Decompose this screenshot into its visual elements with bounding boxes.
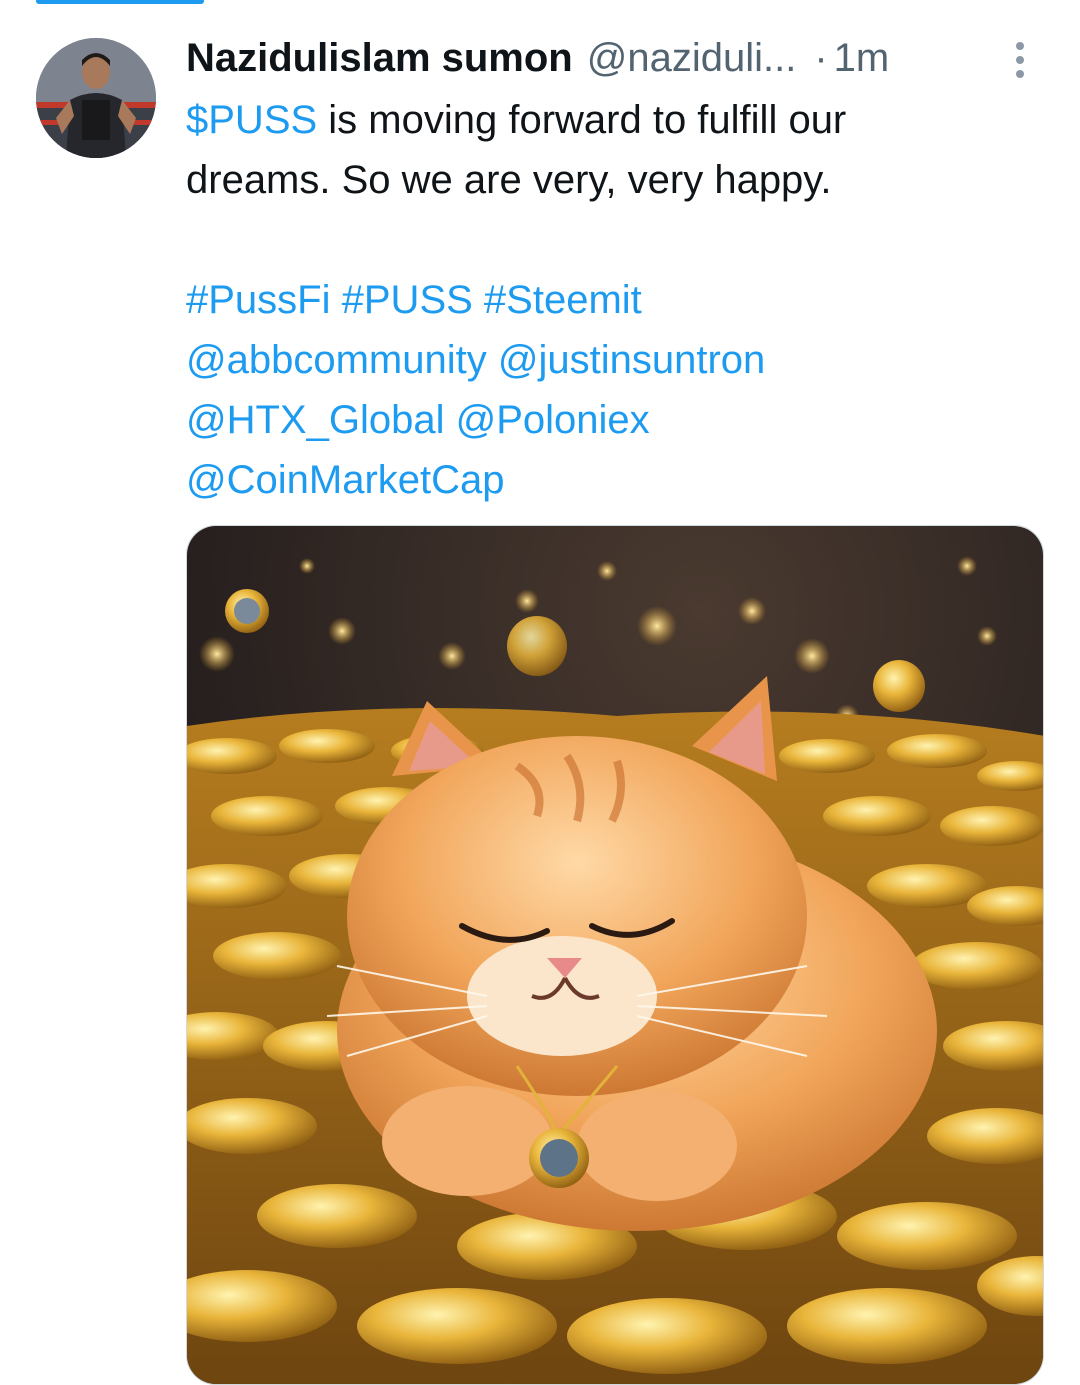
hashtag-link[interactable]: #Steemit	[484, 278, 642, 322]
mention-link[interactable]: @HTX_Global	[186, 398, 444, 442]
hashtag-link[interactable]: #PussFi	[186, 278, 331, 322]
author-display-name[interactable]: Nazidulislam sumon	[186, 30, 573, 86]
mention-line: @HTX_Global @Poloniex	[186, 390, 1006, 450]
mention-link[interactable]: @justinsuntron	[498, 338, 765, 382]
time-separator: ·	[814, 36, 828, 80]
hashtag-link[interactable]: #PUSS	[342, 278, 473, 322]
mention-link[interactable]: @CoinMarketCap	[186, 458, 505, 502]
tweet-header: Nazidulislam sumon @naziduli... · 1m	[186, 30, 986, 86]
mention-line: @CoinMarketCap	[186, 450, 1006, 510]
tweet-timestamp[interactable]: 1m	[834, 30, 890, 86]
more-dot-icon	[1016, 56, 1024, 64]
tweet-line: dreams. So we are very, very happy.	[186, 158, 832, 202]
mention-link[interactable]: @abbcommunity	[186, 338, 487, 382]
paragraph-break	[186, 210, 1006, 270]
cashtag-link[interactable]: $PUSS	[186, 98, 317, 142]
tweet-text-segment: is moving forward to fulfill our	[317, 98, 847, 142]
more-dot-icon	[1016, 70, 1024, 78]
more-dot-icon	[1016, 42, 1024, 50]
tweet-text: $PUSS is moving forward to fulfill our d…	[186, 90, 1006, 510]
hashtag-line: #PussFi #PUSS #Steemit	[186, 270, 1006, 330]
mention-line: @abbcommunity @justinsuntron	[186, 330, 1006, 390]
cat-on-gold-coins-image	[187, 526, 1043, 1384]
avatar[interactable]	[36, 38, 156, 158]
tweet-line: $PUSS is moving forward to fulfill our	[186, 90, 1006, 150]
more-options-icon[interactable]	[1000, 36, 1040, 84]
mention-link[interactable]: @Poloniex	[456, 398, 650, 442]
author-handle[interactable]: @naziduli...	[587, 30, 797, 86]
tweet-media-image[interactable]	[186, 525, 1044, 1385]
tweet-card[interactable]: Nazidulislam sumon @naziduli... · 1m $PU…	[0, 0, 1080, 1385]
